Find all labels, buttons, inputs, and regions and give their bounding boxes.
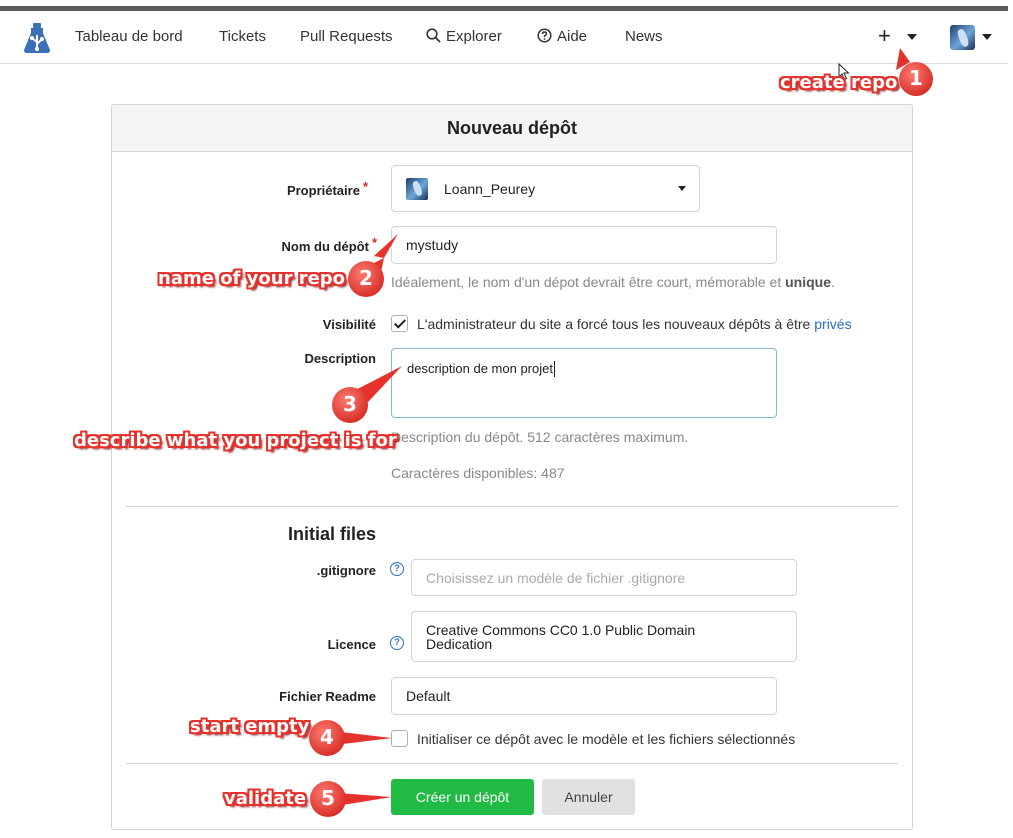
readme-value: Default bbox=[406, 688, 451, 704]
nav-tickets[interactable]: Tickets bbox=[219, 28, 266, 45]
license-value: Creative Commons CC0 1.0 Public Domain D… bbox=[426, 621, 696, 652]
owner-label: Propriétaire * bbox=[287, 179, 368, 198]
search-icon bbox=[426, 28, 441, 43]
readme-label: Fichier Readme bbox=[279, 689, 376, 704]
repo-name-label-text: Nom du dépôt bbox=[281, 239, 369, 254]
create-repo-button[interactable]: Créer un dépôt bbox=[391, 779, 534, 815]
repo-name-hint: Idéalement, le nom d'un dépot devrait êt… bbox=[391, 274, 835, 290]
repo-name-hint-end: . bbox=[831, 274, 835, 290]
init-repo-checkbox[interactable] bbox=[391, 730, 408, 747]
required-marker: * bbox=[371, 235, 377, 250]
visibility-text: L'administrateur du site a forcé tous le… bbox=[417, 316, 852, 332]
license-select[interactable]: Creative Commons CC0 1.0 Public Domain D… bbox=[411, 611, 797, 662]
gitignore-select[interactable]: Choisissez un modèle de fichier .gitigno… bbox=[411, 559, 797, 596]
license-label: Licence bbox=[327, 637, 376, 652]
visibility-text-main: L'administrateur du site a forcé tous le… bbox=[417, 316, 815, 332]
description-hint: Description du dépôt. 512 caractères max… bbox=[391, 429, 689, 445]
gitignore-label: .gitignore bbox=[316, 563, 376, 578]
characters-available: Caractères disponibles: 487 bbox=[391, 465, 565, 481]
help-icon bbox=[537, 28, 552, 43]
chevron-down-icon bbox=[678, 186, 686, 191]
cancel-button[interactable]: Annuler bbox=[542, 779, 635, 815]
initial-files-heading: Initial files bbox=[287, 524, 376, 544]
owner-value: Loann_Peurey bbox=[444, 180, 536, 197]
annotation-number-4: 4 bbox=[320, 725, 334, 749]
annotation-label-1: create repo bbox=[780, 72, 898, 93]
annotation-label-4: start empty bbox=[190, 716, 310, 737]
help-icon[interactable]: ? bbox=[390, 562, 404, 576]
repo-name-input[interactable]: mystudy bbox=[391, 226, 777, 264]
annotation-number-3: 3 bbox=[343, 392, 357, 416]
repo-name-label: Nom du dépôt * bbox=[282, 235, 377, 254]
annotation-number-1: 1 bbox=[909, 66, 923, 90]
description-label: Description bbox=[304, 351, 376, 366]
visibility-checkbox[interactable] bbox=[391, 315, 408, 332]
nav-news: News bbox=[625, 28, 663, 45]
nav-pull-requests[interactable]: Pull Requests bbox=[300, 28, 393, 45]
chevron-down-icon[interactable] bbox=[907, 34, 917, 40]
nav-explore[interactable]: Explorer bbox=[426, 28, 502, 45]
annotation-label-2: name of your repo bbox=[158, 268, 346, 289]
annotation-number-2: 2 bbox=[359, 266, 373, 290]
description-textarea[interactable]: description de mon projet bbox=[391, 348, 777, 418]
private-link[interactable]: privés bbox=[814, 316, 851, 332]
gitignore-placeholder: Choisissez un modèle de fichier .gitigno… bbox=[426, 569, 686, 586]
annotation-label-3: describe what you project is for bbox=[74, 430, 397, 451]
description-value: description de mon projet bbox=[407, 361, 553, 376]
nav-help[interactable]: Aide bbox=[537, 28, 587, 45]
help-icon[interactable]: ? bbox=[390, 636, 404, 650]
owner-avatar bbox=[406, 178, 428, 200]
repo-name-value: mystudy bbox=[406, 237, 459, 253]
init-repo-label: Initialiser ce dépôt avec le modèle et l… bbox=[417, 731, 796, 747]
nav-dashboard[interactable]: Tableau de bord bbox=[75, 28, 183, 45]
annotation-number-5: 5 bbox=[321, 786, 335, 810]
required-marker: * bbox=[362, 179, 368, 194]
repo-name-hint-text: Idéalement, le nom d'un dépot devrait êt… bbox=[391, 274, 786, 290]
gitea-logo-icon[interactable] bbox=[22, 22, 52, 54]
divider bbox=[126, 763, 898, 764]
form-title: Nouveau dépôt bbox=[112, 105, 912, 152]
text-cursor bbox=[553, 361, 555, 377]
navbar: Tableau de bord Tickets Pull Requests Ex… bbox=[0, 11, 1008, 64]
create-plus-button[interactable]: + bbox=[878, 23, 891, 49]
annotation-label-5: validate bbox=[224, 788, 307, 809]
readme-select[interactable]: Default bbox=[391, 677, 777, 715]
owner-dropdown[interactable]: Loann_Peurey bbox=[391, 165, 700, 212]
nav-help-label: Aide bbox=[557, 28, 588, 45]
visibility-label: Visibilité bbox=[322, 317, 376, 332]
chevron-down-icon[interactable] bbox=[982, 34, 992, 40]
owner-label-text: Propriétaire bbox=[286, 183, 360, 198]
repo-name-hint-bold: unique bbox=[785, 274, 832, 290]
user-avatar[interactable] bbox=[950, 25, 975, 50]
divider bbox=[126, 506, 898, 507]
nav-explore-label: Explorer bbox=[446, 28, 502, 45]
